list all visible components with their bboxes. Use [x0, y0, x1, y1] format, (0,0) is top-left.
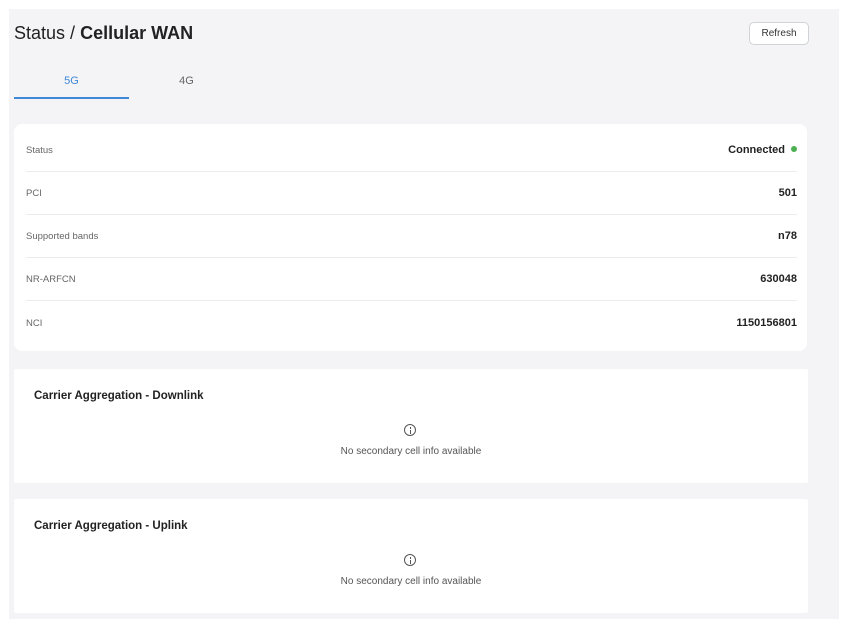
- ca-downlink-title: Carrier Aggregation - Downlink: [34, 390, 204, 402]
- status-value-wrapper: Connected: [728, 129, 797, 172]
- pci-label: PCI: [26, 188, 42, 199]
- ca-uplink-title: Carrier Aggregation - Uplink: [34, 520, 188, 532]
- carrier-aggregation-downlink-card: Carrier Aggregation - Downlink No second…: [14, 369, 808, 483]
- ca-uplink-empty-message: No secondary cell info available: [340, 576, 482, 587]
- connected-indicator-icon: [791, 146, 797, 153]
- supported-bands-value: n78: [778, 230, 797, 242]
- breadcrumb-separator: /: [70, 23, 76, 43]
- status-value: Connected: [728, 144, 785, 156]
- page-container: Status / Cellular WAN Refresh 5G 4G Stat…: [9, 9, 839, 619]
- nr-arfcn-row: NR-ARFCN 630048: [26, 258, 797, 301]
- nci-row: NCI 1150156801: [26, 302, 797, 345]
- supported-bands-row: Supported bands n78: [26, 215, 797, 258]
- page-title: Status / Cellular WAN: [14, 22, 193, 44]
- tab-4g[interactable]: 4G: [129, 69, 244, 99]
- status-label: Status: [26, 145, 53, 156]
- info-icon: [404, 554, 416, 566]
- info-icon: [404, 424, 416, 436]
- pci-value: 501: [778, 187, 797, 199]
- supported-bands-label: Supported bands: [26, 231, 99, 242]
- ca-downlink-empty-message: No secondary cell info available: [340, 446, 482, 457]
- status-card: Status Connected PCI 501 Supported bands…: [14, 124, 807, 351]
- nr-arfcn-value: 630048: [760, 273, 797, 285]
- network-tabs: 5G 4G: [14, 69, 244, 99]
- nci-value: 1150156801: [736, 317, 797, 329]
- nr-arfcn-label: NR-ARFCN: [26, 274, 76, 285]
- breadcrumb-parent[interactable]: Status: [14, 23, 65, 43]
- refresh-button[interactable]: Refresh: [749, 22, 809, 45]
- pci-row: PCI 501: [26, 172, 797, 215]
- carrier-aggregation-uplink-card: Carrier Aggregation - Uplink No secondar…: [14, 499, 808, 613]
- status-row: Status Connected: [26, 129, 797, 172]
- tab-5g[interactable]: 5G: [14, 69, 129, 99]
- breadcrumb-current: Cellular WAN: [80, 23, 194, 43]
- page-header: Status / Cellular WAN Refresh: [14, 22, 817, 48]
- nci-label: NCI: [26, 318, 43, 329]
